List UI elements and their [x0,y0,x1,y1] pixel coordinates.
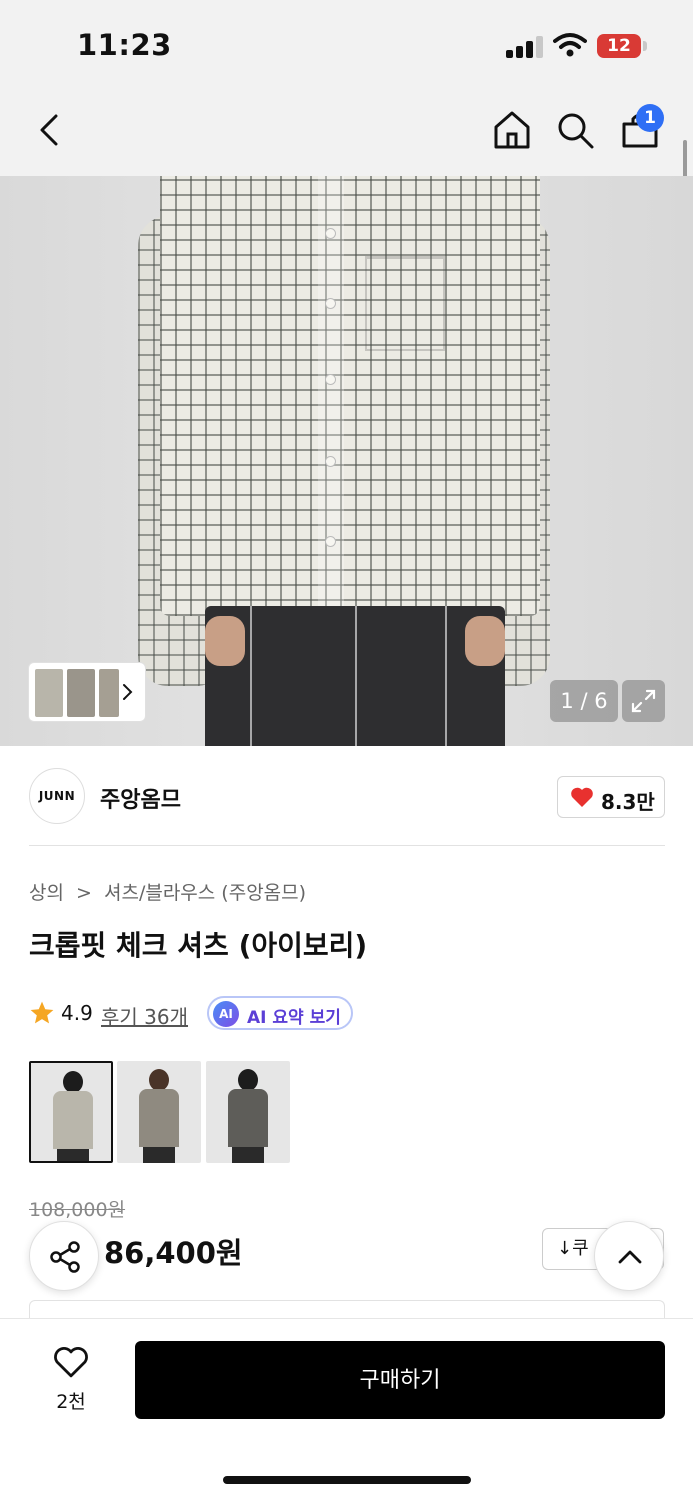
jeans-stitch [250,606,252,746]
shirt-body [160,176,540,616]
rating-value: 4.9 [61,1001,93,1025]
wifi-icon [553,33,587,57]
image-counter: 1 / 6 [550,680,618,722]
color-swatch[interactable] [206,1061,290,1163]
home-indicator [223,1476,471,1484]
divider [29,845,665,846]
hand [465,616,505,666]
ai-icon: AI [213,1001,239,1027]
share-button[interactable] [29,1221,99,1291]
battery-indicator: 12 [597,34,641,58]
model-head [149,1069,169,1091]
model-legs [143,1147,175,1163]
top-navigation: 1 [0,90,693,176]
ai-summary-label: AI 요약 보기 [247,1008,341,1028]
status-time: 11:23 [77,28,172,62]
chevron-up-icon [618,1250,642,1264]
scroll-to-top-button[interactable] [594,1221,664,1291]
jeans-stitch [355,606,357,746]
shirt-button [325,374,336,385]
shirt-button [325,536,336,547]
model-shirt [53,1091,93,1149]
search-icon[interactable] [553,108,597,152]
battery-tip [643,41,647,51]
breadcrumb-separator: > [76,882,92,904]
star-icon [30,1001,54,1024]
original-price: 108,000원 [29,1199,126,1221]
ai-summary-button[interactable]: AI AI 요약 보기 [207,996,353,1030]
color-swatch-selected[interactable] [29,1061,113,1163]
gallery-thumbnail[interactable] [35,669,63,717]
model-head [63,1071,83,1093]
model-legs [232,1147,264,1163]
shirt-pocket [365,256,445,351]
cart-count-badge: 1 [636,104,664,132]
model-legs [57,1149,89,1161]
brand-logo[interactable]: JUNN [29,768,85,824]
wishlist-button[interactable]: 2천 [40,1345,102,1415]
chevron-right-icon [123,684,133,700]
back-chevron-left-icon[interactable] [28,108,72,152]
share-icon [50,1241,80,1273]
shirt-button [325,228,336,239]
shirt-button [325,456,336,467]
brand-like-button[interactable]: 8.3만 [557,776,665,818]
review-count-link[interactable]: 후기 36개 [101,1001,188,1030]
gallery-thumbnail[interactable] [67,669,95,717]
breadcrumb-item-category[interactable]: 상의 [29,882,64,904]
wishlist-count: 2천 [56,1391,86,1413]
color-swatches [29,1061,299,1163]
breadcrumb-item-subcategory[interactable]: 셔츠/블라우스 (주앙옴므) [104,882,306,904]
model-shirt [228,1089,268,1147]
breadcrumb: 상의 > 셔츠/블라우스 (주앙옴므) [29,878,312,905]
home-icon[interactable] [490,108,534,152]
heart-outline-icon [54,1347,88,1378]
model-shirt [139,1089,179,1147]
bottom-action-bar: 2천 구매하기 [0,1318,693,1500]
product-image-gallery[interactable]: 1 / 6 [0,176,693,746]
status-bar: 11:23 12 [0,0,693,90]
cellular-signal-icon [506,36,543,58]
shirt-button [325,298,336,309]
gallery-thumbnail-strip[interactable] [28,662,146,722]
expand-icon[interactable] [622,680,665,722]
color-swatch[interactable] [117,1061,201,1163]
product-title: 크롭핏 체크 셔츠 (아이보리) [29,929,368,962]
sale-price: 86,400원 [104,1236,243,1270]
brand-row: JUNN 주앙옴므 8.3만 [0,746,693,846]
gallery-thumbnail[interactable] [99,669,119,717]
brand-name[interactable]: 주앙옴므 [100,782,181,814]
rating-row: 4.9 후기 36개 AI AI 요약 보기 [29,996,429,1032]
jeans-stitch [445,606,447,746]
shirt-placket [318,176,344,616]
hand [205,616,245,666]
heart-filled-icon [571,787,593,807]
model-head [238,1069,258,1091]
buy-button[interactable]: 구매하기 [135,1341,665,1419]
brand-like-count: 8.3만 [601,790,655,814]
